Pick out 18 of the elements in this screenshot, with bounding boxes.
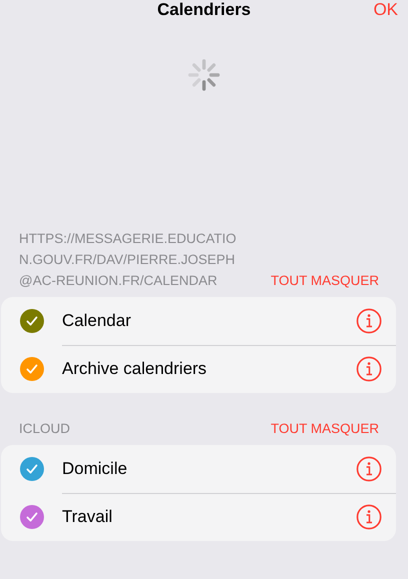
section-header: ICLOUD <box>19 420 70 438</box>
screen-title: Calendriers <box>157 0 251 21</box>
ok-button[interactable]: OK <box>373 0 398 20</box>
info-icon[interactable] <box>356 504 382 530</box>
section-header: HTTPS://MESSAGERIE.EDUCATION.GOUV.FR/DAV/PIERRE.JOSEPH@AC-REUNION.FR/CALENDAR <box>19 230 238 290</box>
calendar-name: Domicile <box>62 458 128 480</box>
hide-all-button[interactable]: TOUT MASQUER <box>270 270 379 291</box>
checkbox[interactable] <box>20 457 44 481</box>
checkbox[interactable] <box>20 505 44 529</box>
calendar-name: Archive calendriers <box>62 358 208 380</box>
info-icon[interactable] <box>356 356 382 382</box>
info-icon[interactable] <box>356 456 382 482</box>
info-icon[interactable] <box>356 308 382 334</box>
hide-all-button[interactable]: TOUT MASQUER <box>270 418 379 439</box>
checkbox[interactable] <box>20 309 44 333</box>
checkbox[interactable] <box>20 357 44 381</box>
calendar-name: Travail <box>62 506 114 528</box>
calendar-name: Calendar <box>62 310 132 332</box>
